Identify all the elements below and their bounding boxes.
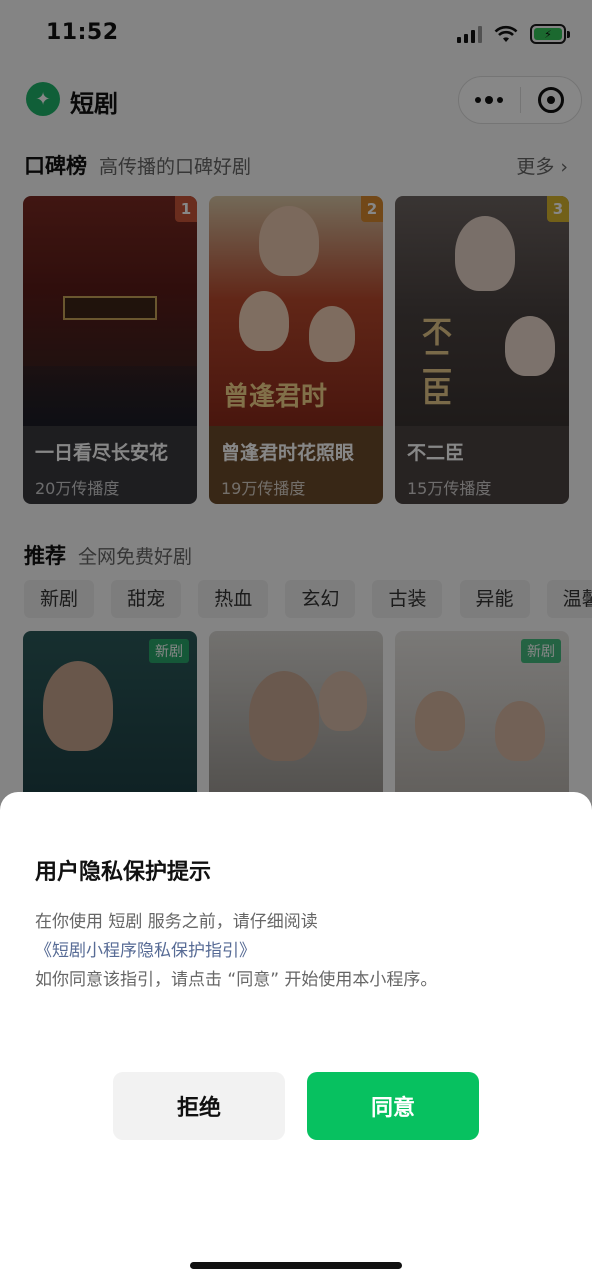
dialog-title: 用户隐私保护提示: [35, 860, 212, 885]
dialog-body: 在你使用 短剧 服务之前，请仔细阅读 《短剧小程序隐私保护指引》 如你同意该指引…: [35, 908, 565, 995]
home-indicator: [190, 1262, 402, 1269]
reject-button[interactable]: 拒绝: [113, 1072, 285, 1140]
dialog-line-1: 在你使用 短剧 服务之前，请仔细阅读: [35, 912, 318, 932]
agree-button[interactable]: 同意: [307, 1072, 479, 1140]
privacy-guide-link[interactable]: 《短剧小程序隐私保护指引》: [35, 937, 565, 966]
privacy-dialog: 用户隐私保护提示 在你使用 短剧 服务之前，请仔细阅读 《短剧小程序隐私保护指引…: [0, 792, 592, 1280]
dialog-line-2: 如你同意该指引，请点击 “同意” 开始使用本小程序。: [35, 970, 438, 990]
